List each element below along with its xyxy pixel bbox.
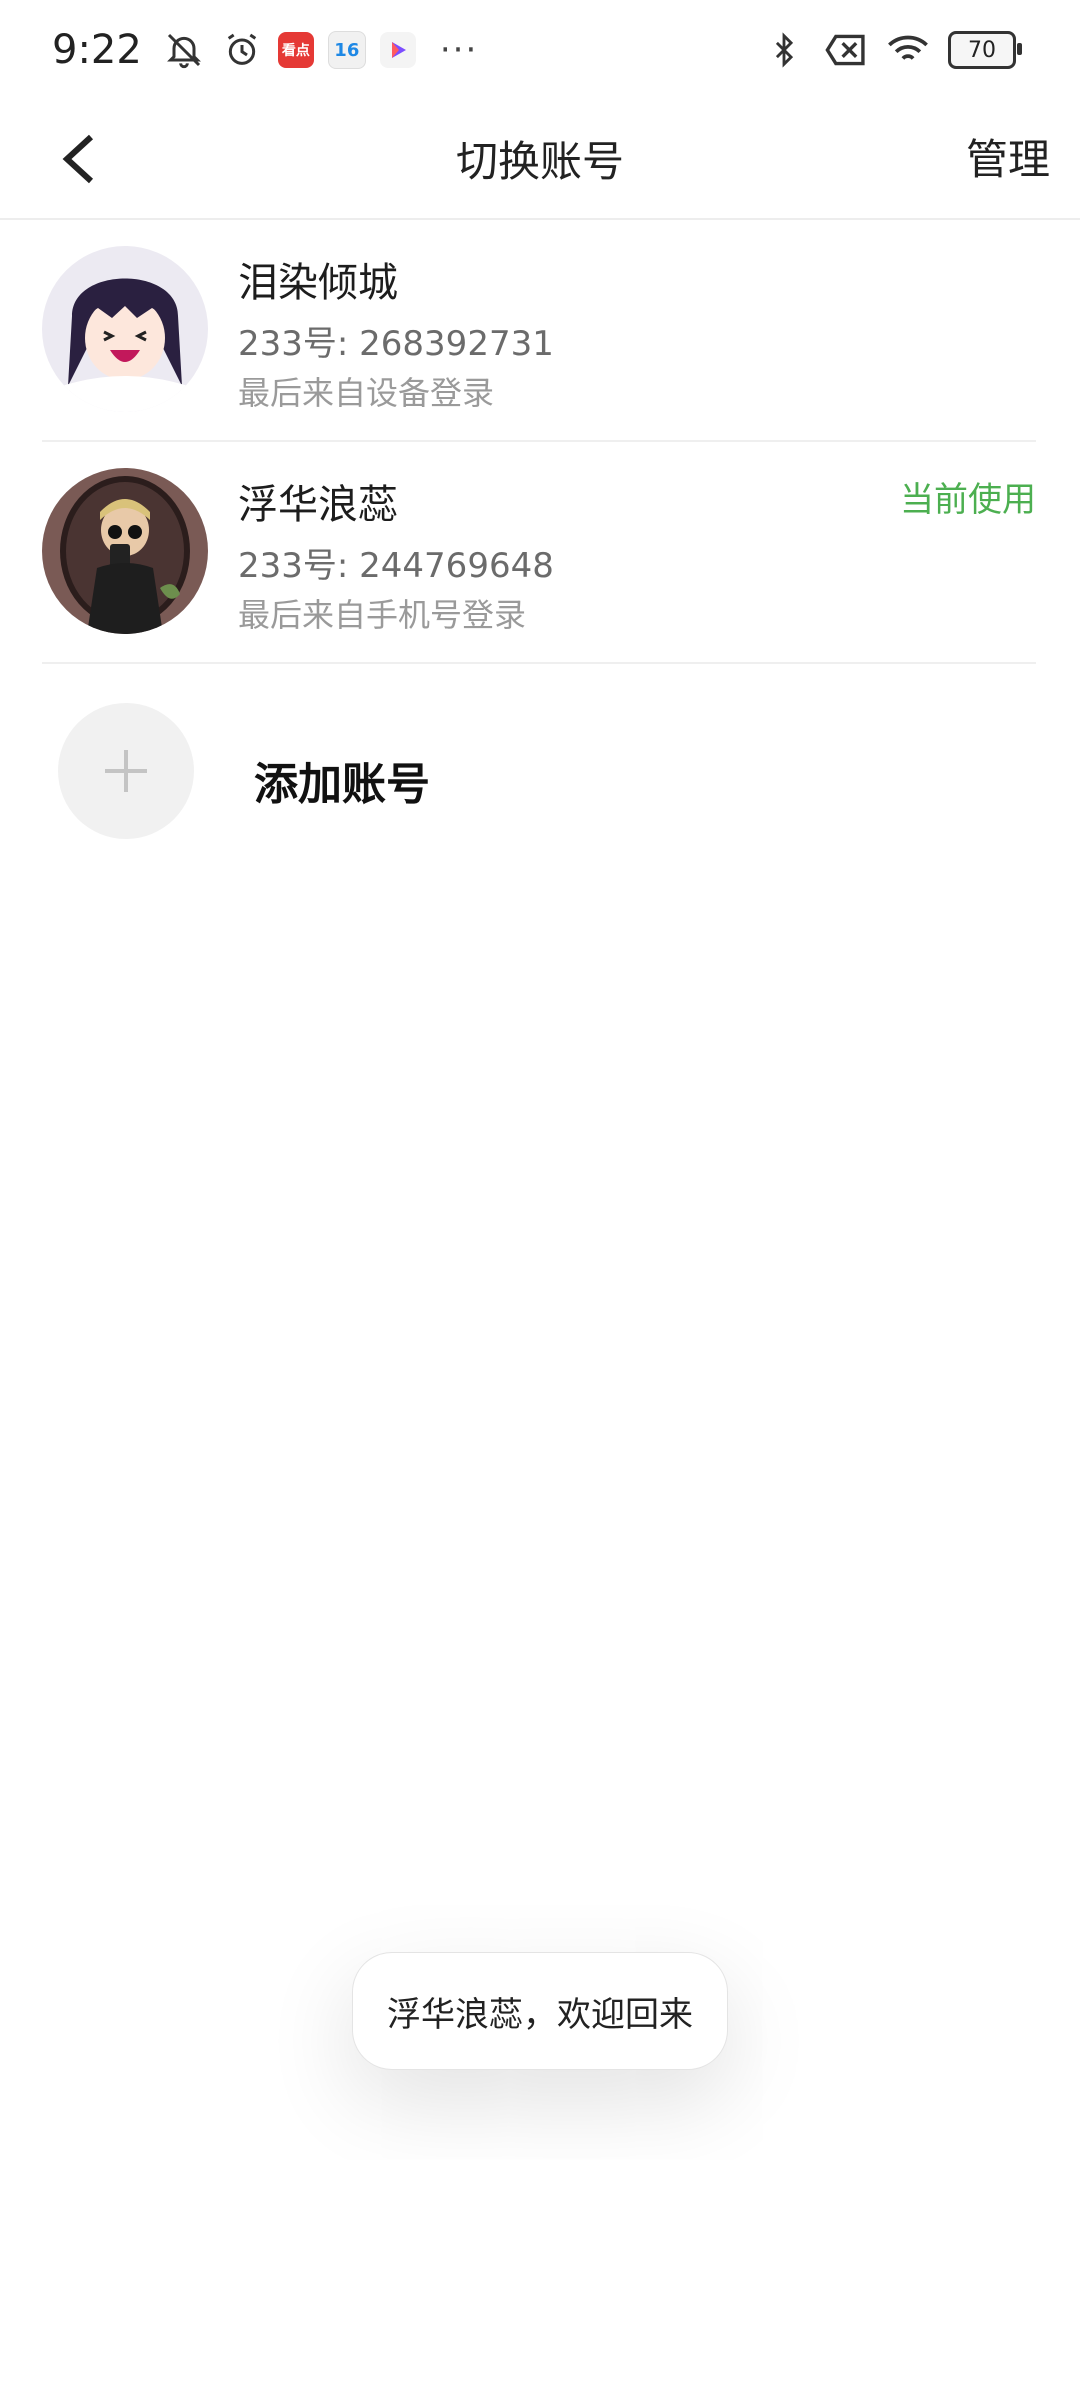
account-name: 泪染倾城 xyxy=(238,260,398,306)
welcome-toast: 浮华浪蕊，欢迎回来 xyxy=(352,1952,728,2070)
avatar xyxy=(42,246,208,412)
add-account-button[interactable]: 添加账号 xyxy=(42,700,1036,850)
status-bar: 9:22 看点 16 ··· 70 xyxy=(0,0,1080,100)
play-app-icon xyxy=(379,32,416,68)
wifi-icon xyxy=(886,28,930,72)
page-title: 切换账号 xyxy=(455,137,624,186)
header: 切换账号 管理 xyxy=(0,100,1080,220)
add-icon xyxy=(58,703,194,839)
mute-icon xyxy=(162,28,206,72)
battery-icon: 70 xyxy=(948,31,1022,69)
account-id: 233号: 244769648 xyxy=(238,546,554,586)
alarm-icon xyxy=(220,28,264,72)
manage-button[interactable]: 管理 xyxy=(966,126,1050,187)
account-id: 233号: 268392731 xyxy=(238,324,554,364)
more-notifications-icon: ··· xyxy=(439,30,479,70)
status-time: 9:22 xyxy=(52,27,142,73)
news-app-icon: 看点 xyxy=(277,32,314,68)
bluetooth-icon xyxy=(762,28,806,72)
current-account-badge: 当前使用 xyxy=(900,480,1036,520)
account-item-2[interactable]: 浮华浪蕊 233号: 244769648 最后来自手机号登录 当前使用 xyxy=(42,442,1036,664)
account-item-1[interactable]: 泪染倾城 233号: 268392731 最后来自设备登录 xyxy=(42,220,1036,442)
account-login-method: 最后来自设备登录 xyxy=(238,374,495,412)
avatar xyxy=(42,468,208,634)
account-login-method: 最后来自手机号登录 xyxy=(238,596,527,634)
no-sim-icon xyxy=(824,28,868,72)
calendar-app-icon: 16 xyxy=(327,31,366,69)
add-account-label: 添加账号 xyxy=(254,759,430,810)
account-name: 浮华浪蕊 xyxy=(238,482,398,528)
